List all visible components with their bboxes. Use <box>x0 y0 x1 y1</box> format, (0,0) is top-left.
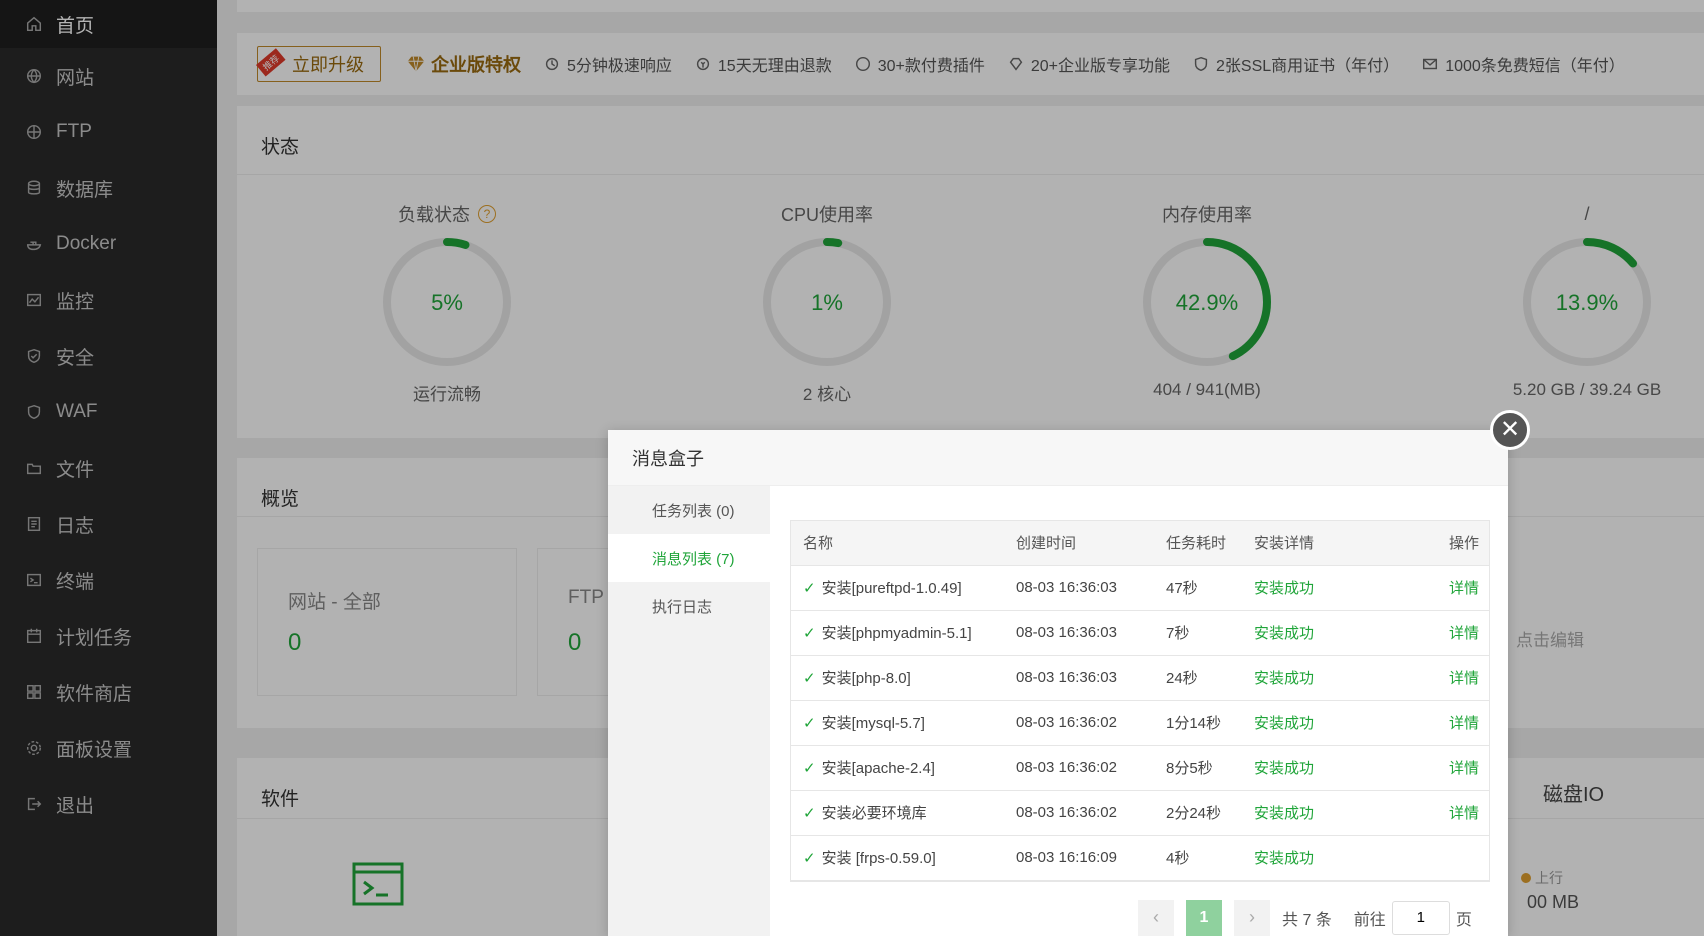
check-icon: ✓ <box>803 850 816 867</box>
name-text: 安装[apache-2.4] <box>821 760 935 777</box>
cell-name: ✓ 安装必要环境库 <box>791 790 1004 836</box>
cell-name: ✓ 安装[apache-2.4] <box>791 745 1004 791</box>
pagination: ‹ 1 › 共 7 条 前往 页 <box>1138 899 1488 936</box>
tab-message-list[interactable]: 消息列表 (7) <box>608 534 770 582</box>
detail-link[interactable]: 详情 <box>1392 610 1489 656</box>
cell-duration: 2分24秒 <box>1154 790 1242 836</box>
cell-duration: 7秒 <box>1154 610 1242 656</box>
tab-task-list[interactable]: 任务列表 (0) <box>608 486 770 534</box>
modal-body: 名称 创建时间 任务耗时 安装详情 操作 ✓ 安装[pureftpd-1.0.49… <box>770 486 1508 936</box>
detail-link[interactable]: 详情 <box>1392 565 1489 611</box>
message-box-modal: 消息盒子 任务列表 (0) 消息列表 (7) 执行日志 名称 创建时间 任务耗时… <box>608 430 1508 936</box>
table-row: ✓ 安装[apache-2.4] 08-03 16:36:02 8分5秒 安装成功… <box>791 745 1489 791</box>
column-header: 创建时间 <box>1004 521 1154 566</box>
check-icon: ✓ <box>803 670 816 687</box>
column-header: 操作 <box>1392 521 1489 566</box>
modal-title: 消息盒子 <box>608 430 1508 486</box>
next-page-button[interactable]: › <box>1234 899 1270 936</box>
cell-name: ✓ 安装[pureftpd-1.0.49] <box>791 565 1004 611</box>
detail-link[interactable]: 详情 <box>1392 655 1489 701</box>
cell-time: 08-03 16:36:03 <box>1004 610 1154 656</box>
column-header: 安装详情 <box>1242 521 1392 566</box>
detail-link[interactable]: 详情 <box>1392 700 1489 746</box>
table-row: ✓ 安装[mysql-5.7] 08-03 16:36:02 1分14秒 安装成功… <box>791 700 1489 746</box>
name-text: 安装[phpmyadmin-5.1] <box>821 625 972 642</box>
check-icon: ✓ <box>803 715 816 732</box>
cell-duration: 47秒 <box>1154 565 1242 611</box>
page-number-current[interactable]: 1 <box>1186 899 1222 936</box>
goto-label: 前往 <box>1353 911 1386 929</box>
cell-name: ✓ 安装 [frps-0.59.0] <box>791 835 1004 881</box>
cell-time: 08-03 16:36:03 <box>1004 655 1154 701</box>
cell-status: 安装成功 <box>1242 610 1392 656</box>
name-text: 安装[mysql-5.7] <box>821 715 925 732</box>
total-count: 共 7 条 <box>1282 911 1332 929</box>
check-icon: ✓ <box>803 580 816 597</box>
cell-status: 安装成功 <box>1242 655 1392 701</box>
column-header: 名称 <box>791 521 1004 566</box>
name-text: 安装 [frps-0.59.0] <box>821 850 936 867</box>
cell-time: 08-03 16:36:02 <box>1004 790 1154 836</box>
table-row: ✓ 安装必要环境库 08-03 16:36:02 2分24秒 安装成功 详情 <box>791 790 1489 836</box>
prev-page-button[interactable]: ‹ <box>1138 899 1174 936</box>
detail-link[interactable]: 详情 <box>1392 790 1489 836</box>
check-icon: ✓ <box>803 625 816 642</box>
name-text: 安装必要环境库 <box>821 805 927 822</box>
cell-status: 安装成功 <box>1242 700 1392 746</box>
cell-name: ✓ 安装[php-8.0] <box>791 655 1004 701</box>
table-row: ✓ 安装 [frps-0.59.0] 08-03 16:16:09 4秒 安装成功 <box>791 835 1489 881</box>
cell-status: 安装成功 <box>1242 835 1392 881</box>
cell-duration: 1分14秒 <box>1154 700 1242 746</box>
detail-link[interactable]: 详情 <box>1392 745 1489 791</box>
cell-status: 安装成功 <box>1242 565 1392 611</box>
check-icon: ✓ <box>803 760 816 777</box>
page-unit-label: 页 <box>1455 911 1472 929</box>
cell-time: 08-03 16:36:02 <box>1004 745 1154 791</box>
table-row: ✓ 安装[phpmyadmin-5.1] 08-03 16:36:03 7秒 安装… <box>791 610 1489 656</box>
modal-tabs: 任务列表 (0) 消息列表 (7) 执行日志 <box>608 486 770 936</box>
cell-name: ✓ 安装[phpmyadmin-5.1] <box>791 610 1004 656</box>
message-table-wrap: 名称 创建时间 任务耗时 安装详情 操作 ✓ 安装[pureftpd-1.0.49… <box>790 520 1490 882</box>
cell-duration: 8分5秒 <box>1154 745 1242 791</box>
detail-link <box>1392 835 1489 881</box>
cell-name: ✓ 安装[mysql-5.7] <box>791 700 1004 746</box>
close-modal-button[interactable]: ✕ <box>1490 410 1530 450</box>
tab-exec-log[interactable]: 执行日志 <box>608 582 770 630</box>
cell-duration: 4秒 <box>1154 835 1242 881</box>
cell-duration: 24秒 <box>1154 655 1242 701</box>
goto-page-input[interactable] <box>1391 900 1450 935</box>
cell-status: 安装成功 <box>1242 745 1392 791</box>
table-header-row: 名称 创建时间 任务耗时 安装详情 操作 <box>791 521 1489 566</box>
table-row: ✓ 安装[php-8.0] 08-03 16:36:03 24秒 安装成功 详情 <box>791 655 1489 701</box>
cell-time: 08-03 16:16:09 <box>1004 835 1154 881</box>
table-row: ✓ 安装[pureftpd-1.0.49] 08-03 16:36:03 47秒 … <box>791 565 1489 611</box>
cell-time: 08-03 16:36:03 <box>1004 565 1154 611</box>
cell-status: 安装成功 <box>1242 790 1392 836</box>
cell-time: 08-03 16:36:02 <box>1004 700 1154 746</box>
close-icon: ✕ <box>1499 416 1521 443</box>
message-table: 名称 创建时间 任务耗时 安装详情 操作 ✓ 安装[pureftpd-1.0.49… <box>791 521 1489 881</box>
check-icon: ✓ <box>803 805 816 822</box>
name-text: 安装[pureftpd-1.0.49] <box>821 580 962 597</box>
name-text: 安装[php-8.0] <box>821 670 911 687</box>
column-header: 任务耗时 <box>1154 521 1242 566</box>
